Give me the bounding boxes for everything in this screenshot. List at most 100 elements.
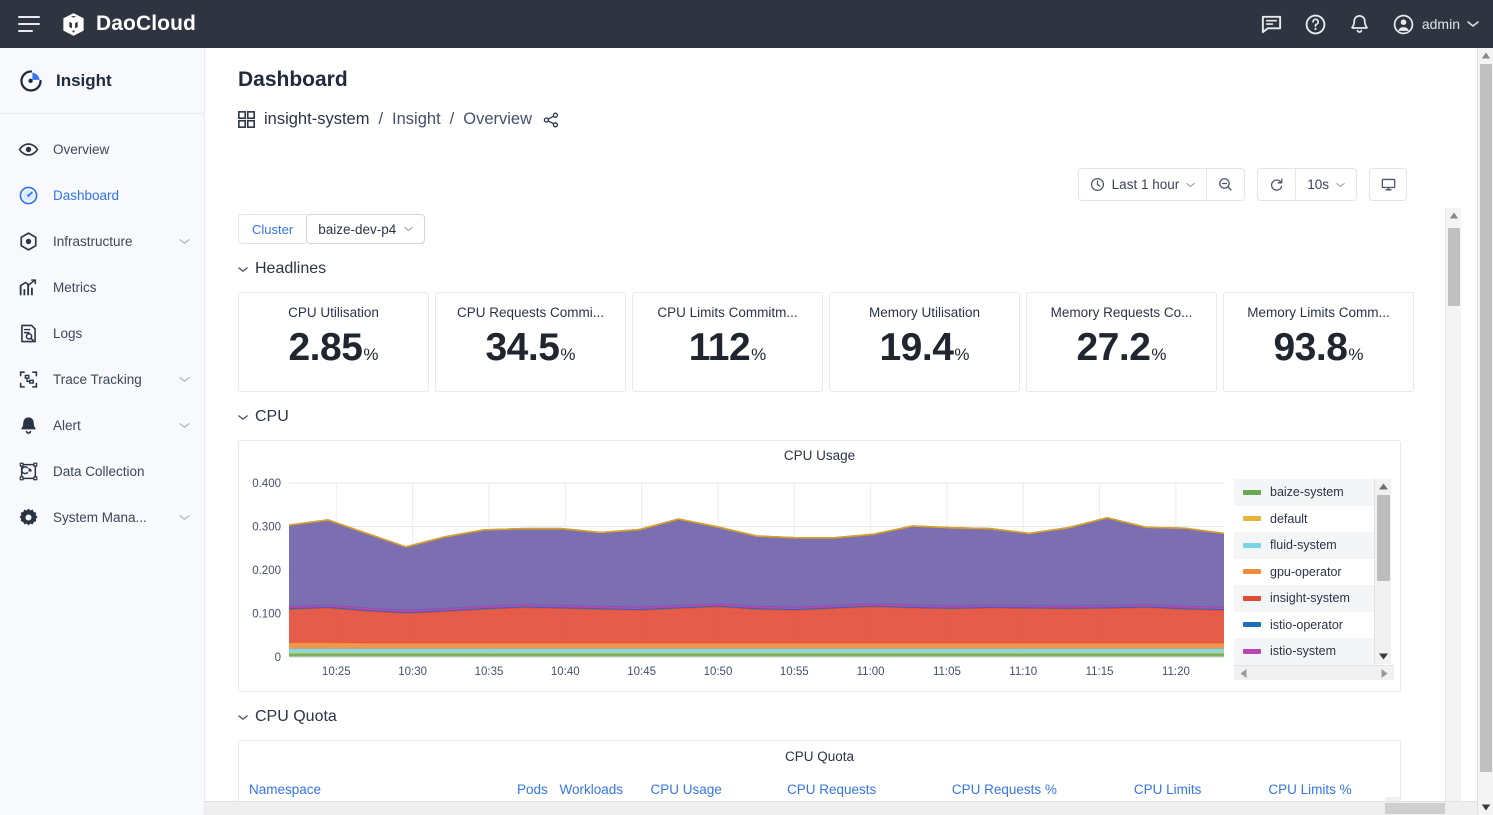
sidebar-item-system-management[interactable]: System Mana... bbox=[0, 494, 204, 540]
legend-item[interactable]: gpu-operator bbox=[1234, 559, 1374, 586]
scroll-up-arrow-icon[interactable] bbox=[1375, 481, 1392, 492]
breadcrumb-separator: / bbox=[450, 110, 455, 129]
sidebar-product-header[interactable]: Insight bbox=[0, 48, 204, 114]
page-scroll-thumb[interactable] bbox=[1480, 64, 1492, 772]
cluster-select[interactable]: baize-dev-p4 bbox=[306, 214, 425, 244]
legend-vertical-scrollbar[interactable] bbox=[1374, 479, 1391, 664]
sidebar-item-logs[interactable]: Logs bbox=[0, 310, 204, 356]
tv-mode-button[interactable] bbox=[1369, 168, 1407, 201]
share-icon[interactable] bbox=[543, 112, 559, 128]
stat-card-value-wrap: 112 % bbox=[689, 326, 767, 370]
legend-item[interactable]: insight-system bbox=[1234, 585, 1374, 612]
legend-color-swatch bbox=[1243, 569, 1261, 574]
refresh-icon bbox=[1269, 177, 1284, 192]
sidebar-item-alert[interactable]: Alert bbox=[0, 402, 204, 448]
sidebar-item-label: Metrics bbox=[53, 280, 190, 295]
x-axis-tick-label: 10:35 bbox=[475, 666, 504, 678]
stat-card-unit: % bbox=[1348, 345, 1363, 365]
section-cpu-quota-header[interactable]: CPU Quota bbox=[205, 692, 1477, 726]
column-header-label: Workloads bbox=[559, 782, 623, 798]
user-menu[interactable]: admin bbox=[1392, 13, 1479, 36]
legend-item[interactable]: baize-system bbox=[1234, 479, 1374, 506]
metrics-icon bbox=[18, 277, 39, 298]
refresh-group: 10s bbox=[1257, 168, 1357, 201]
sidebar-item-trace-tracking[interactable]: Trace Tracking bbox=[0, 356, 204, 402]
stat-card-unit: % bbox=[1151, 345, 1166, 365]
chevron-down-icon bbox=[179, 514, 190, 521]
bell-icon[interactable] bbox=[1348, 13, 1371, 36]
column-header-label: CPU Requests % bbox=[952, 782, 1057, 798]
section-title: Headlines bbox=[255, 260, 326, 278]
scroll-down-arrow-icon[interactable] bbox=[1375, 651, 1392, 662]
time-controls-group: Last 1 hour bbox=[1078, 168, 1246, 201]
legend-item[interactable]: istio-operator bbox=[1234, 612, 1374, 639]
stat-card-value-wrap: 93.8 % bbox=[1273, 326, 1363, 370]
chevron-down-icon bbox=[179, 422, 190, 429]
scroll-down-arrow-icon[interactable] bbox=[1478, 802, 1493, 813]
scroll-left-arrow-icon[interactable] bbox=[1238, 667, 1249, 680]
stat-card: Memory Utilisation 19.4 % bbox=[829, 292, 1020, 392]
chat-icon[interactable] bbox=[1260, 13, 1283, 36]
panel-vertical-scrollbar[interactable] bbox=[1445, 208, 1461, 815]
main-horizontal-scrollbar[interactable] bbox=[205, 801, 1477, 815]
table-title: CPU Quota bbox=[239, 741, 1400, 764]
time-range-picker[interactable]: Last 1 hour bbox=[1079, 169, 1207, 200]
chart-plot-area[interactable]: 0.4000.3000.2000.100010:2510:3010:3510:4… bbox=[239, 469, 1229, 687]
insight-logo-icon bbox=[18, 68, 44, 94]
filter-row: Cluster baize-dev-p4 bbox=[205, 208, 1477, 244]
sidebar-item-infrastructure[interactable]: Infrastructure bbox=[0, 218, 204, 264]
stat-card-value-wrap: 2.85 % bbox=[288, 326, 378, 370]
x-axis-tick-label: 10:30 bbox=[398, 666, 427, 678]
zoom-out-button[interactable] bbox=[1207, 169, 1244, 200]
avatar bbox=[1392, 13, 1415, 36]
legend-item-label: default bbox=[1270, 512, 1308, 526]
refresh-interval-picker[interactable]: 10s bbox=[1296, 169, 1356, 200]
section-headlines-header[interactable]: Headlines bbox=[205, 244, 1477, 278]
legend-item[interactable]: default bbox=[1234, 506, 1374, 533]
main-hscroll-thumb[interactable] bbox=[1385, 803, 1445, 814]
chevron-down-icon bbox=[179, 376, 190, 383]
data-collection-icon bbox=[18, 461, 39, 482]
x-axis-tick-label: 11:05 bbox=[933, 666, 961, 678]
sidebar-item-metrics[interactable]: Metrics bbox=[0, 264, 204, 310]
legend-scroll-thumb[interactable] bbox=[1377, 495, 1390, 581]
stat-card-unit: % bbox=[363, 345, 378, 365]
sidebar-item-label: System Mana... bbox=[53, 510, 165, 525]
legend-item[interactable]: istio-system bbox=[1234, 638, 1374, 665]
breadcrumb-leaf[interactable]: Overview bbox=[463, 110, 532, 129]
legend-color-swatch bbox=[1243, 490, 1261, 495]
legend-color-swatch bbox=[1243, 596, 1261, 601]
chevron-down-icon bbox=[1186, 182, 1195, 188]
refresh-button[interactable] bbox=[1258, 169, 1295, 200]
legend-item-label: gpu-operator bbox=[1270, 565, 1342, 579]
scroll-right-arrow-icon[interactable] bbox=[1379, 667, 1390, 680]
trace-icon bbox=[18, 369, 39, 390]
section-cpu-header[interactable]: CPU bbox=[205, 392, 1477, 426]
legend-horizontal-scrollbar[interactable] bbox=[1234, 665, 1394, 680]
legend-item[interactable]: fluid-system bbox=[1234, 532, 1374, 559]
scroll-up-arrow-icon[interactable] bbox=[1478, 50, 1493, 61]
sidebar: Insight Overview Dashboard bbox=[0, 48, 205, 815]
sidebar-item-data-collection[interactable]: Data Collection bbox=[0, 448, 204, 494]
stat-card-title: CPU Utilisation bbox=[288, 305, 379, 320]
cpu-usage-area-chart: 0.4000.3000.2000.100010:2510:3010:3510:4… bbox=[239, 469, 1229, 687]
breadcrumb-mid[interactable]: Insight bbox=[392, 110, 441, 129]
dashboard-toolbar: Last 1 hour bbox=[1078, 168, 1407, 201]
page-title: Dashboard bbox=[205, 48, 1477, 92]
panel-scroll-thumb[interactable] bbox=[1448, 228, 1460, 306]
sidebar-item-label: Trace Tracking bbox=[53, 372, 165, 387]
help-icon[interactable] bbox=[1304, 13, 1327, 36]
section-title: CPU Quota bbox=[255, 708, 337, 726]
page-vertical-scrollbar[interactable] bbox=[1477, 48, 1493, 815]
dashboard-icon bbox=[18, 185, 39, 206]
hamburger-icon[interactable] bbox=[18, 16, 40, 32]
sidebar-item-dashboard[interactable]: Dashboard bbox=[0, 172, 204, 218]
legend-color-swatch bbox=[1243, 622, 1261, 627]
y-axis-tick-label: 0 bbox=[275, 652, 281, 664]
stat-card-title: CPU Limits Commitm... bbox=[657, 305, 797, 320]
sidebar-item-overview[interactable]: Overview bbox=[0, 126, 204, 172]
legend-item-label: istio-system bbox=[1270, 644, 1336, 658]
breadcrumb-root[interactable]: insight-system bbox=[264, 110, 369, 129]
scroll-up-arrow-icon[interactable] bbox=[1446, 210, 1462, 221]
sidebar-item-label: Overview bbox=[53, 142, 190, 157]
